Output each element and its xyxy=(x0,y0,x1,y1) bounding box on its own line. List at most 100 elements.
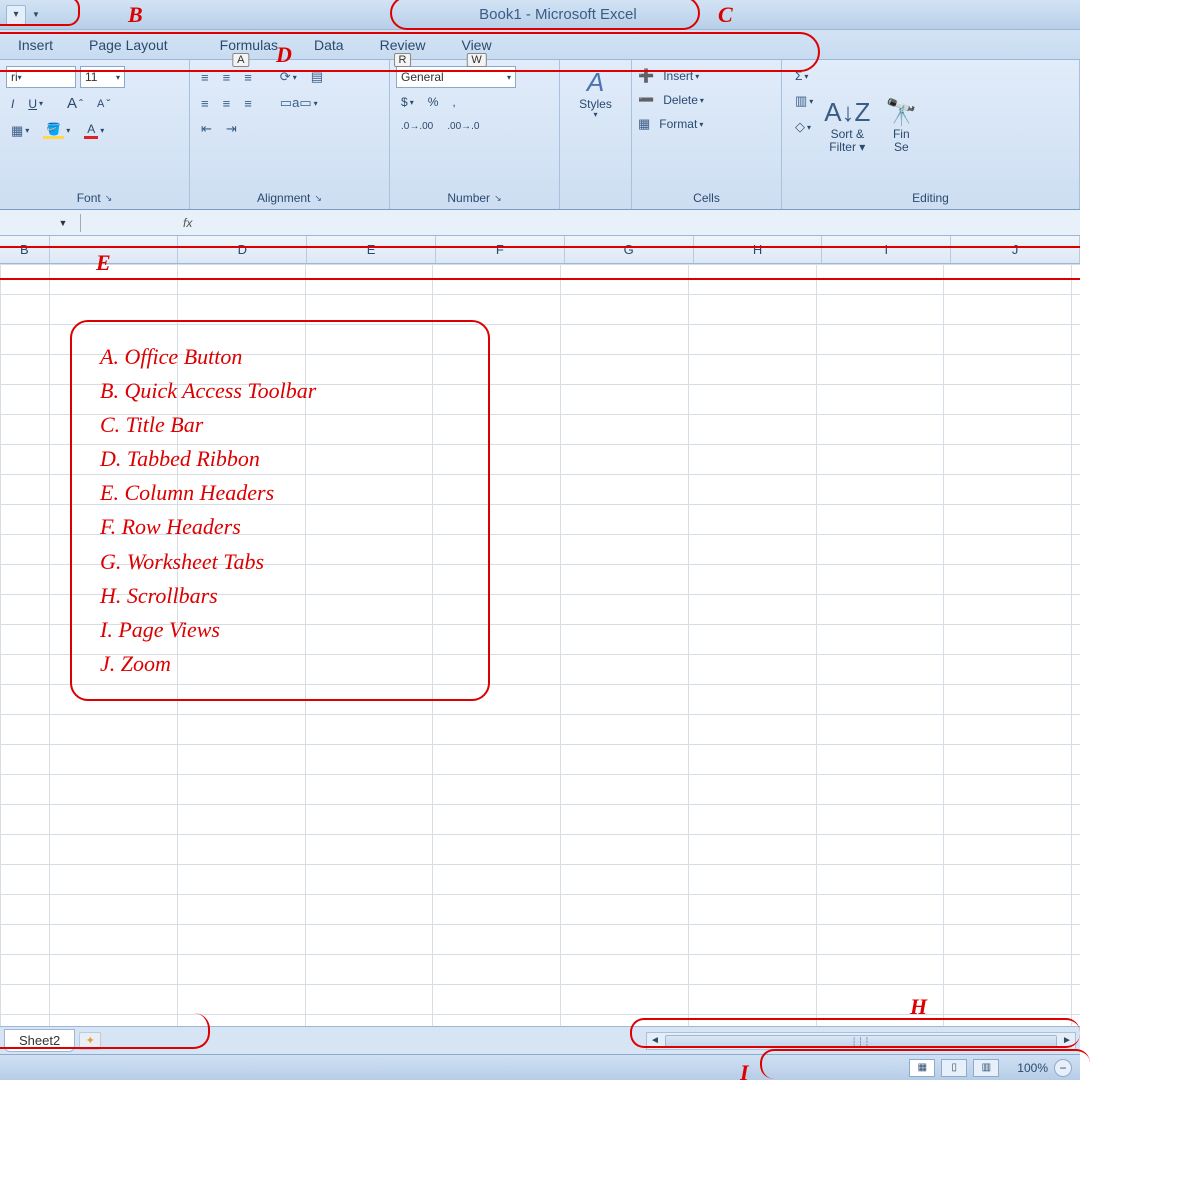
tab-insert[interactable]: Insert xyxy=(0,31,71,59)
col-g[interactable]: G xyxy=(565,236,694,263)
fx-label[interactable]: fx xyxy=(183,216,192,230)
align-mid-button[interactable]: ≡ xyxy=(218,67,236,88)
cells-group-title: Cells xyxy=(693,191,720,205)
border-button[interactable]: ▦▾ xyxy=(6,120,34,142)
dec-decimal-button[interactable]: .00→.0 xyxy=(442,116,484,136)
worksheet-grid[interactable] xyxy=(0,264,1080,1040)
grid-view-icon: ▦ xyxy=(918,1062,927,1073)
sort-icon: A↓Z xyxy=(824,99,870,125)
number-format-value: General xyxy=(401,70,444,84)
wrap-text-button[interactable]: ▤ xyxy=(306,66,328,88)
percent-button[interactable]: % xyxy=(423,92,444,112)
tab-data[interactable]: Data xyxy=(296,31,362,59)
bucket-icon: 🪣 xyxy=(43,122,64,139)
tab-page-layout[interactable]: Page Layout xyxy=(71,31,186,59)
zoom-out-button[interactable]: − xyxy=(1054,1059,1072,1077)
sort-filter-button[interactable]: A↓Z Sort & Filter ▾ xyxy=(820,64,874,189)
col-e[interactable]: E xyxy=(307,236,436,263)
font-launcher-icon[interactable]: ↘ xyxy=(105,193,113,204)
keytip-formulas: A xyxy=(232,53,249,67)
col-j[interactable]: J xyxy=(951,236,1080,263)
tab-formulas-label: Formulas xyxy=(220,37,278,53)
page-layout-icon: ▯ xyxy=(952,1062,958,1073)
tab-view[interactable]: View W xyxy=(443,31,509,59)
align-top-button[interactable]: ≡ xyxy=(196,67,214,88)
editing-group-title: Editing xyxy=(912,191,949,205)
group-cells: ➕Insert ▾ ➖Delete ▾ ▦Format ▾ Cells xyxy=(632,60,782,209)
number-launcher-icon[interactable]: ↘ xyxy=(494,193,502,204)
group-styles: A Styles ▾ . xyxy=(560,60,632,209)
qat-dropdown-icon[interactable]: ▼ xyxy=(30,10,42,19)
col-d[interactable]: D xyxy=(178,236,307,263)
view-normal-button[interactable]: ▦ xyxy=(909,1059,935,1077)
insert-cells-button[interactable]: Insert ▾ xyxy=(658,66,704,86)
font-group-title: Font xyxy=(77,191,101,205)
align-center-button[interactable]: ≡ xyxy=(218,93,236,114)
align-right-button[interactable]: ≡ xyxy=(239,93,257,114)
align-left-button[interactable]: ≡ xyxy=(196,93,214,114)
sheet-tab-sheet2[interactable]: Sheet2 xyxy=(4,1029,75,1052)
accounting-button[interactable]: $▾ xyxy=(396,92,419,112)
clear-button[interactable]: ◇ ▾ xyxy=(790,116,818,138)
tab-formulas[interactable]: Formulas A xyxy=(186,31,296,59)
fill-color-button[interactable]: 🪣▾ xyxy=(38,119,75,142)
col-h[interactable]: H xyxy=(694,236,823,263)
delete-cells-button[interactable]: Delete ▾ xyxy=(658,90,709,110)
underline-button[interactable]: U▾ xyxy=(23,94,48,114)
window-title: Book1 - Microsoft Excel xyxy=(42,6,1074,23)
tab-review[interactable]: Review R xyxy=(362,31,444,59)
number-format-box[interactable]: General▾ xyxy=(396,66,516,88)
tab-view-label: View xyxy=(461,37,491,53)
name-box-dropdown[interactable]: ▼ xyxy=(52,214,74,232)
shrink-font-button[interactable]: Aˇ xyxy=(92,94,115,114)
font-color-button[interactable]: A▾ xyxy=(79,119,109,142)
col-f[interactable]: F xyxy=(436,236,565,263)
align-bot-button[interactable]: ≡ xyxy=(239,67,257,88)
qat-button[interactable]: ▾ xyxy=(6,5,26,25)
view-page-break-button[interactable]: ▥ xyxy=(973,1059,999,1077)
zoom-level[interactable]: 100% xyxy=(1017,1061,1048,1075)
inc-indent-button[interactable]: ⇥ xyxy=(221,118,242,140)
keytip-view: W xyxy=(466,53,486,67)
new-sheet-button[interactable]: ✦ xyxy=(79,1032,101,1050)
find-select-button[interactable]: 🔭 Fin Se xyxy=(874,64,928,189)
eraser-icon: ◇ xyxy=(795,119,805,135)
italic-button[interactable]: I xyxy=(6,94,19,114)
styles-icon: A xyxy=(587,69,604,95)
inc-decimal-button[interactable]: .0→.00 xyxy=(396,116,438,136)
group-font: ri▾ 11▾ I U▾ Aˆ Aˇ ▦▾ 🪣▾ A▾ Font ↘ xyxy=(0,60,190,209)
grow-font-button[interactable]: Aˆ xyxy=(62,92,88,115)
format-cells-button[interactable]: Format ▾ xyxy=(654,114,708,134)
styles-button[interactable]: A Styles ▾ xyxy=(569,64,623,125)
sheet-tab-bar: Sheet2 ✦ ◄ ┆┆┆ ► xyxy=(0,1026,1080,1054)
merge-button[interactable]: ▭a▭▾ xyxy=(275,92,323,114)
autosum-button[interactable]: Σ ▾ xyxy=(790,66,818,86)
horizontal-scrollbar[interactable]: ◄ ┆┆┆ ► xyxy=(646,1032,1076,1050)
fill-button[interactable]: ▥ ▾ xyxy=(790,90,818,112)
scroll-right-icon[interactable]: ► xyxy=(1059,1035,1075,1046)
alignment-launcher-icon[interactable]: ↘ xyxy=(314,193,322,204)
group-alignment: ≡ ≡ ≡ ⟳▾ ▤ ≡ ≡ ≡ ▭a▭▾ ⇤ ⇥ Alignment↘ xyxy=(190,60,390,209)
view-page-layout-button[interactable]: ▯ xyxy=(941,1059,967,1077)
col-b[interactable]: B xyxy=(0,236,50,263)
page-break-icon: ▥ xyxy=(982,1062,991,1073)
scroll-thumb[interactable]: ┆┆┆ xyxy=(665,1035,1057,1047)
group-editing: Σ ▾ ▥ ▾ ◇ ▾ A↓Z Sort & Filter ▾ 🔭 Fin Se… xyxy=(782,60,1080,209)
comma-button[interactable]: , xyxy=(447,92,460,112)
delete-cells-icon: ➖ xyxy=(638,92,654,108)
font-size-value: 11 xyxy=(85,70,97,84)
border-icon: ▦ xyxy=(11,123,23,139)
formula-bar: ▼ fx xyxy=(0,210,1080,236)
title-bar: ▾ ▼ Book1 - Microsoft Excel xyxy=(0,0,1080,30)
binoculars-icon: 🔭 xyxy=(885,99,917,125)
font-name-value: ri xyxy=(11,70,18,84)
scroll-left-icon[interactable]: ◄ xyxy=(647,1035,663,1046)
col-c-gap[interactable] xyxy=(50,236,179,263)
orientation-button[interactable]: ⟳▾ xyxy=(275,66,302,88)
font-name-box[interactable]: ri▾ xyxy=(6,66,76,88)
dec-indent-button[interactable]: ⇤ xyxy=(196,118,217,140)
column-headers: B D E F G H I J xyxy=(0,236,1080,264)
col-i[interactable]: I xyxy=(822,236,951,263)
font-size-box[interactable]: 11▾ xyxy=(80,66,125,88)
ribbon-tabs: Insert Page Layout Formulas A Data Revie… xyxy=(0,30,1080,60)
